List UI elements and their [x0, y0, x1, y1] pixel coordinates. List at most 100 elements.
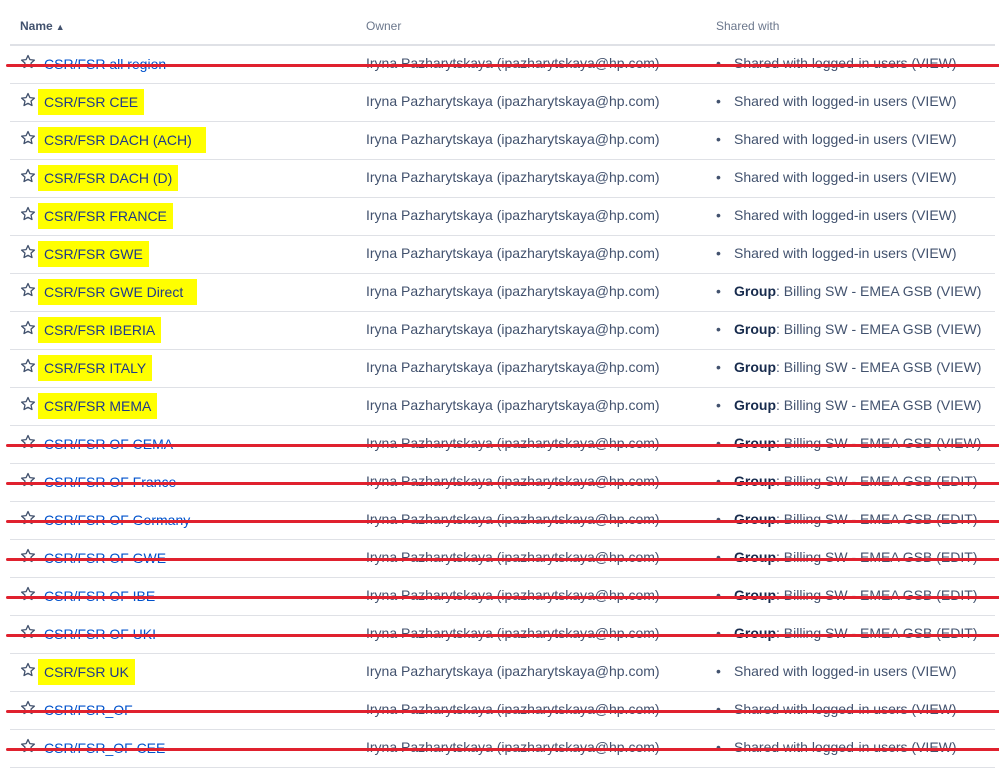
bullet-icon: •	[716, 473, 721, 489]
table-row: CSR/FSR CEE Iryna Pazharytskaya (ipazhary…	[10, 84, 995, 122]
shared-with-text: : Billing SW - EMEA GSB (VIEW)	[776, 435, 982, 451]
star-outline-icon	[20, 586, 36, 601]
filter-shared-with: • Shared with logged-in users (VIEW)	[716, 245, 957, 261]
table-header: Name ▲ Owner Shared with	[10, 8, 995, 46]
shared-with-text: : Billing SW - EMEA GSB (EDIT)	[776, 549, 978, 565]
filter-owner: Iryna Pazharytskaya (ipazharytskaya@hp.c…	[366, 131, 660, 147]
filter-shared-with: • Group: Billing SW - EMEA GSB (VIEW)	[716, 321, 981, 337]
star-outline-icon[interactable]	[20, 662, 36, 678]
star-outline-icon[interactable]	[20, 700, 36, 716]
star-outline-icon	[20, 548, 36, 563]
star-outline-icon	[20, 510, 36, 525]
shared-group-label: Group	[734, 435, 776, 451]
star-outline-icon	[20, 396, 36, 411]
filter-name-link[interactable]: CSR/FSR DACH (ACH)	[38, 127, 206, 153]
table-row: CSR/FSR DACH (D) Iryna Pazharytskaya (ipa…	[10, 160, 995, 198]
filter-shared-with: • Shared with logged-in users (VIEW)	[716, 55, 957, 71]
bullet-icon: •	[716, 587, 721, 603]
filter-owner: Iryna Pazharytskaya (ipazharytskaya@hp.c…	[366, 169, 660, 185]
filter-name-link[interactable]: CSR/FSR MEMA	[38, 393, 158, 419]
table-row: CSR/FSR DACH (ACH) Iryna Pazharytskaya (i…	[10, 122, 995, 160]
star-outline-icon	[20, 738, 36, 753]
star-outline-icon[interactable]	[20, 130, 36, 146]
star-outline-icon[interactable]	[20, 92, 36, 108]
star-outline-icon[interactable]	[20, 472, 36, 488]
filter-shared-with: • Group: Billing SW - EMEA GSB (EDIT)	[716, 511, 977, 527]
star-outline-icon	[20, 54, 36, 69]
filter-shared-with: • Group: Billing SW - EMEA GSB (EDIT)	[716, 587, 977, 603]
table-row: CSR/FSR all regionIryna Pazharytskaya (i…	[6, 46, 999, 84]
filter-name-link[interactable]: CSR/FSR GWE	[38, 241, 149, 267]
star-outline-icon[interactable]	[20, 434, 36, 450]
shared-with-text: Shared with logged-in users (VIEW)	[734, 245, 957, 261]
filter-name-link[interactable]: CSR/FSR CEE	[38, 89, 145, 115]
shared-group-label: Group	[734, 283, 776, 299]
bullet-icon: •	[716, 359, 721, 375]
star-outline-icon	[20, 320, 36, 335]
star-outline-icon	[20, 206, 36, 221]
star-outline-icon[interactable]	[20, 168, 36, 184]
table-row: CSR/FSR IBERIA Iryna Pazharytskaya (ipazh…	[10, 312, 995, 350]
table-row: CSR/FSR OF GermanyIryna Pazharytskaya (i…	[6, 502, 999, 540]
bullet-icon: •	[716, 511, 721, 527]
table-row: CSR/FSR UK Iryna Pazharytskaya (ipazharyt…	[10, 654, 995, 692]
star-outline-icon[interactable]	[20, 510, 36, 526]
bullet-icon: •	[716, 625, 721, 641]
table-row: CSR/FSR_OF CEEIryna Pazharytskaya (ipazh…	[6, 730, 999, 768]
star-outline-icon[interactable]	[20, 586, 36, 602]
table-row: CSR/FSR OF CEMAIryna Pazharytskaya (ipaz…	[6, 426, 999, 464]
shared-group-label: Group	[734, 473, 776, 489]
shared-group-label: Group	[734, 511, 776, 527]
star-outline-icon	[20, 282, 36, 297]
filter-name-link[interactable]: CSR/FSR IBERIA	[38, 317, 162, 343]
shared-with-text: : Billing SW - EMEA GSB (EDIT)	[776, 587, 978, 603]
shared-with-text: Shared with logged-in users (VIEW)	[734, 663, 957, 679]
star-outline-icon	[20, 700, 36, 715]
filter-name-link[interactable]: CSR/FSR DACH (D)	[38, 165, 179, 191]
star-outline-icon[interactable]	[20, 320, 36, 336]
star-outline-icon[interactable]	[20, 548, 36, 564]
filter-name-link[interactable]: CSR/FSR GWE Direct	[38, 279, 198, 305]
shared-group-label: Group	[734, 359, 776, 375]
bullet-icon: •	[716, 549, 721, 565]
filter-owner: Iryna Pazharytskaya (ipazharytskaya@hp.c…	[366, 435, 660, 451]
filter-owner: Iryna Pazharytskaya (ipazharytskaya@hp.c…	[366, 397, 660, 413]
column-header-shared-with[interactable]: Shared with	[716, 19, 779, 33]
filter-shared-with: • Group: Billing SW - EMEA GSB (VIEW)	[716, 283, 981, 299]
table-row: CSR/FSR OF IBEIryna Pazharytskaya (ipazh…	[6, 578, 999, 616]
shared-with-text: Shared with logged-in users (VIEW)	[734, 207, 957, 223]
filter-owner: Iryna Pazharytskaya (ipazharytskaya@hp.c…	[366, 93, 660, 109]
bullet-icon: •	[716, 207, 721, 223]
filter-name-link[interactable]: CSR/FSR FRANCE	[38, 203, 173, 229]
filter-shared-with: • Group: Billing SW - EMEA GSB (VIEW)	[716, 359, 981, 375]
filter-name-link[interactable]: CSR/FSR ITALY	[38, 355, 153, 381]
star-outline-icon[interactable]	[20, 206, 36, 222]
strikethrough-annotation	[6, 520, 999, 523]
star-outline-icon[interactable]	[20, 54, 36, 70]
strikethrough-annotation	[6, 634, 999, 637]
column-header-name[interactable]: Name ▲	[20, 19, 65, 33]
table-row: CSR/FSR_OFIryna Pazharytskaya (ipazharyt…	[6, 692, 999, 730]
shared-with-text: : Billing SW - EMEA GSB (EDIT)	[776, 625, 978, 641]
column-header-owner[interactable]: Owner	[366, 19, 401, 33]
star-outline-icon[interactable]	[20, 282, 36, 298]
shared-group-label: Group	[734, 321, 776, 337]
star-outline-icon[interactable]	[20, 244, 36, 260]
filter-owner: Iryna Pazharytskaya (ipazharytskaya@hp.c…	[366, 511, 660, 527]
filter-owner: Iryna Pazharytskaya (ipazharytskaya@hp.c…	[366, 701, 660, 717]
table-body: CSR/FSR all regionIryna Pazharytskaya (i…	[6, 46, 999, 768]
table-row: CSR/FSR GWE Iryna Pazharytskaya (ipazhary…	[10, 236, 995, 274]
filter-owner: Iryna Pazharytskaya (ipazharytskaya@hp.c…	[366, 359, 660, 375]
shared-group-label: Group	[734, 397, 776, 413]
star-outline-icon[interactable]	[20, 396, 36, 412]
star-outline-icon[interactable]	[20, 358, 36, 374]
filter-shared-with: • Shared with logged-in users (VIEW)	[716, 663, 957, 679]
shared-group-label: Group	[734, 549, 776, 565]
star-outline-icon	[20, 434, 36, 449]
shared-group-label: Group	[734, 587, 776, 603]
shared-with-text: Shared with logged-in users (VIEW)	[734, 739, 957, 755]
star-outline-icon[interactable]	[20, 624, 36, 640]
filter-name-link[interactable]: CSR/FSR UK	[38, 659, 135, 685]
bullet-icon: •	[716, 739, 721, 755]
star-outline-icon[interactable]	[20, 738, 36, 754]
